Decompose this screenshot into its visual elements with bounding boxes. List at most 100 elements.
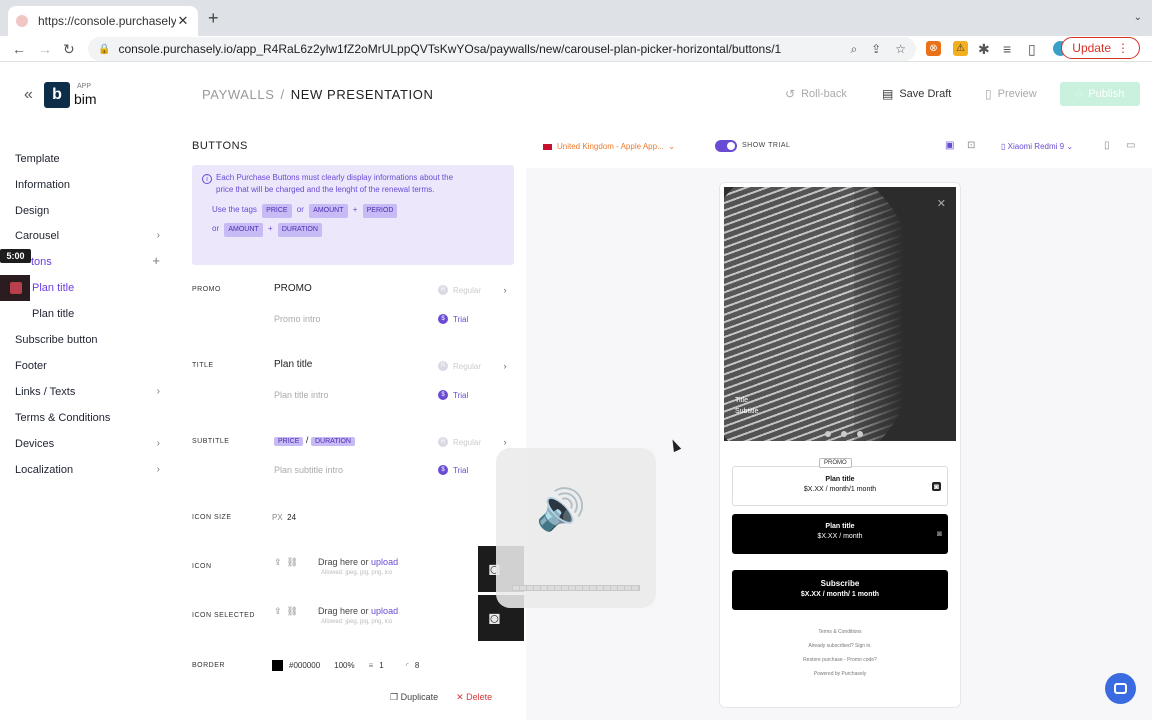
border-color-value[interactable]: #000000	[289, 661, 320, 670]
tv-icon[interactable]: ▭	[1126, 140, 1135, 151]
rollback-button[interactable]: ↺ Roll-back	[785, 87, 847, 101]
promo-regular-option[interactable]: R Regular	[438, 285, 481, 295]
plan-option-1[interactable]: Plan title $X.XX / month/1 month ◙	[732, 466, 948, 506]
chevron-right-icon: ›	[156, 464, 160, 475]
hero-shade	[854, 187, 956, 441]
restore-link[interactable]: Restore purchase - Promo code?	[720, 657, 960, 663]
show-trial-toggle[interactable]	[715, 140, 737, 152]
radio-icon: R	[438, 285, 448, 295]
extension-warning-icon[interactable]: ⚠	[953, 41, 968, 56]
sidebar-item-devices[interactable]: Devices ›	[15, 438, 160, 450]
promo-expand-button[interactable]: ›	[496, 281, 514, 299]
border-radius-value[interactable]: 8	[415, 661, 419, 670]
collapse-sidebar-icon[interactable]: «	[24, 86, 33, 104]
carousel-dot[interactable]	[857, 431, 863, 437]
sidebar-item-template[interactable]: Template	[15, 153, 160, 165]
app-tag: APP	[77, 83, 92, 90]
subtitle-trial-option[interactable]: $ Trial	[438, 465, 468, 475]
sidebar-item-label: Subscribe button	[15, 334, 98, 346]
sidebar-item-footer[interactable]: Footer	[15, 360, 160, 372]
app-name[interactable]: bim	[74, 91, 97, 107]
carousel-dot[interactable]	[825, 431, 831, 437]
title-label: TITLE	[192, 362, 214, 369]
device-select[interactable]: ▯ Xiaomi Redmi 9 ⌄	[1001, 142, 1073, 151]
country-label: United Kingdom - Apple App...	[557, 142, 664, 151]
upload-link[interactable]: upload	[371, 557, 398, 567]
icon-size-input[interactable]: PX 24	[272, 513, 412, 522]
breadcrumb: PAYWALLS / NEW PRESENTATION	[202, 87, 433, 102]
border-color-swatch[interactable]	[272, 660, 283, 671]
plan-option-2[interactable]: Plan title $X.XX / month ◙	[732, 514, 948, 554]
camera-icon: ◙	[937, 529, 942, 538]
close-tab-icon[interactable]: ✕	[176, 13, 190, 29]
sidebar-item-information[interactable]: Information	[15, 179, 160, 191]
sidebar-item-links-texts[interactable]: Links / Texts ›	[15, 386, 160, 398]
powered-by: Powered by Purchasely	[813, 671, 867, 677]
border-opacity-value[interactable]: 100%	[334, 661, 354, 670]
forward-icon[interactable]: →	[38, 41, 52, 57]
new-tab-icon[interactable]: +	[208, 8, 219, 29]
favicon-icon	[16, 15, 28, 27]
country-store-select[interactable]: United Kingdom - Apple App... ⌄	[543, 142, 675, 151]
back-icon[interactable]: ←	[12, 41, 26, 57]
subtitle-regular-option[interactable]: R Regular	[438, 437, 481, 447]
subtitle-input[interactable]: PRICE / DURATION	[274, 435, 414, 446]
title-input[interactable]: Plan title	[274, 359, 414, 370]
reload-icon[interactable]: ↻	[63, 41, 75, 58]
promo-input[interactable]: PROMO	[274, 283, 414, 294]
terms-link[interactable]: Terms & Conditions	[720, 629, 960, 635]
trial-label: Trial	[453, 465, 469, 475]
breadcrumb-paywalls[interactable]: PAYWALLS	[202, 87, 274, 102]
promo-intro-input[interactable]: Promo intro	[274, 314, 414, 324]
reading-list-icon[interactable]: ≡	[1003, 41, 1011, 57]
tab-search-chevron-icon[interactable]: ⌄	[1134, 12, 1142, 23]
title-regular-option[interactable]: R Regular	[438, 361, 481, 371]
duplicate-button[interactable]: ❐ Duplicate	[390, 692, 438, 703]
side-panel-icon[interactable]: ▯	[1028, 41, 1036, 58]
breadcrumb-separator: /	[280, 87, 285, 102]
subtitle-intro-input[interactable]: Plan subtitle intro	[274, 465, 414, 475]
zoom-icon[interactable]: ⌕	[850, 42, 857, 57]
bookmark-star-icon[interactable]: ☆	[895, 42, 906, 56]
promo-label: PROMO	[192, 286, 221, 293]
upload-link[interactable]: upload	[371, 606, 398, 616]
portrait-icon[interactable]: ▣	[945, 140, 954, 151]
editor-panel: BUTTONS i Each Purchase Buttons must clea…	[180, 124, 525, 720]
share-icon[interactable]: ⇪	[871, 42, 881, 56]
sidebar-item-terms[interactable]: Terms & Conditions	[15, 412, 160, 424]
tag-amount: AMOUNT	[224, 223, 263, 237]
sidebar-item-carousel[interactable]: Carousel ›	[15, 230, 160, 242]
icon-upload-dropzone[interactable]: ⇪ ⛓ Drag here or upload Allowed: jpeg, jp…	[274, 557, 398, 576]
subscribe-button[interactable]: Subscribe $X.XX / month/ 1 month	[732, 570, 948, 610]
sidebar-item-plan-title[interactable]: Plan title	[32, 308, 160, 320]
extensions-puzzle-icon[interactable]: ✱	[978, 41, 990, 58]
delete-button[interactable]: ✕ Delete	[456, 692, 492, 703]
landscape-icon[interactable]: ⊡	[967, 140, 975, 151]
stop-recording-button[interactable]	[0, 275, 30, 301]
carousel-dots[interactable]	[820, 431, 868, 437]
title-expand-button[interactable]: ›	[496, 357, 514, 375]
preview-button[interactable]: ▯ Preview	[985, 87, 1037, 101]
sidebar-item-plan-title-active[interactable]: Plan title	[32, 282, 160, 294]
tablet-icon[interactable]: ▯	[1104, 140, 1110, 151]
sidebar-item-localization[interactable]: Localization ›	[15, 464, 160, 476]
save-draft-button[interactable]: ▤ Save Draft	[882, 87, 951, 101]
title-intro-input[interactable]: Plan title intro	[274, 390, 414, 400]
sign-in-link[interactable]: Already subscribed? Sign in.	[720, 643, 960, 649]
border-width-value[interactable]: 1	[379, 661, 383, 670]
sidebar-item-design[interactable]: Design	[15, 205, 160, 217]
publish-button[interactable]: ◌ Publish	[1060, 82, 1140, 106]
close-icon[interactable]: ✕	[937, 197, 946, 210]
carousel-dot[interactable]	[841, 431, 847, 437]
address-bar[interactable]: 🔒 console.purchasely.io/app_R4RaL6z2ylw1…	[88, 37, 916, 61]
add-icon[interactable]: +	[152, 253, 160, 268]
icon-selected-upload-dropzone[interactable]: ⇪ ⛓ Drag here or upload Allowed: jpeg, jp…	[274, 606, 398, 625]
sidebar-item-subscribe-button[interactable]: Subscribe button	[15, 334, 160, 346]
title-trial-option[interactable]: $ Trial	[438, 390, 468, 400]
extension-icon[interactable]: ⊗	[926, 41, 941, 56]
browser-tab[interactable]: https://console.purchasely.io/a ✕	[8, 6, 198, 36]
browser-update-button[interactable]: Update ⋮	[1061, 37, 1140, 59]
sidebar-item-buttons[interactable]: tons +	[31, 253, 160, 268]
chat-support-button[interactable]	[1105, 673, 1136, 704]
promo-trial-option[interactable]: $ Trial	[438, 314, 468, 324]
